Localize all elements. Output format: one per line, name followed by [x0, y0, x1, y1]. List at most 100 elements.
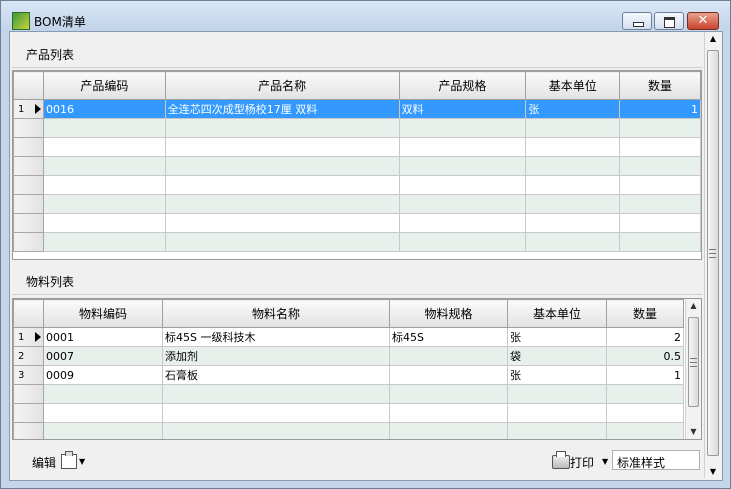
- cell-qty[interactable]: [619, 194, 701, 214]
- cell-unit[interactable]: [525, 213, 621, 233]
- row-header[interactable]: [13, 213, 44, 233]
- cell-name[interactable]: 添加剂: [162, 346, 390, 366]
- table-row[interactable]: 3 0009 石膏板 张 1: [13, 365, 684, 385]
- table-row[interactable]: [13, 403, 684, 423]
- cell-qty[interactable]: [619, 213, 701, 233]
- close-button[interactable]: ✕: [687, 12, 719, 30]
- cell-name[interactable]: [164, 118, 400, 138]
- cell-code[interactable]: [42, 118, 166, 138]
- table-row[interactable]: [13, 137, 701, 157]
- row-header[interactable]: [13, 118, 44, 138]
- table-row[interactable]: [13, 384, 684, 404]
- table-row[interactable]: [13, 118, 701, 138]
- main-scroll-down-icon[interactable]: ▼: [705, 467, 721, 476]
- cell-spec[interactable]: [398, 232, 527, 252]
- row-header[interactable]: [13, 232, 44, 252]
- table-row[interactable]: [13, 175, 701, 195]
- col-header-material-spec[interactable]: 物料规格: [389, 299, 508, 328]
- cell-qty[interactable]: 1: [619, 99, 701, 119]
- cell-qty[interactable]: [606, 384, 684, 404]
- cell-spec[interactable]: [398, 213, 527, 233]
- table-row[interactable]: [13, 213, 701, 233]
- cell-unit[interactable]: 张: [507, 365, 607, 385]
- edit-dropdown-caret-icon[interactable]: ▼: [79, 457, 85, 466]
- cell-name[interactable]: [162, 403, 390, 423]
- col-header-product-unit[interactable]: 基本单位: [525, 71, 621, 100]
- table-row[interactable]: [13, 194, 701, 214]
- cell-code[interactable]: [42, 194, 166, 214]
- cell-spec[interactable]: [389, 346, 508, 366]
- cell-qty[interactable]: [619, 156, 701, 176]
- scroll-down-arrow-icon[interactable]: ▼: [686, 425, 701, 439]
- cell-code[interactable]: 0001: [43, 327, 163, 347]
- cell-code[interactable]: [43, 384, 163, 404]
- cell-qty[interactable]: [619, 137, 701, 157]
- maximize-button[interactable]: [654, 12, 684, 30]
- cell-qty[interactable]: [619, 175, 701, 195]
- cell-name[interactable]: 全连芯四次成型杨校17厘 双料: [164, 99, 400, 119]
- cell-spec[interactable]: [398, 118, 527, 138]
- row-header-corner[interactable]: [13, 71, 44, 100]
- cell-spec[interactable]: [389, 403, 508, 423]
- row-header[interactable]: [13, 175, 44, 195]
- cell-qty[interactable]: 0.5: [606, 346, 684, 366]
- row-header[interactable]: [13, 137, 44, 157]
- col-header-product-name[interactable]: 产品名称: [164, 71, 400, 100]
- cell-code[interactable]: [43, 403, 163, 423]
- cell-spec[interactable]: [398, 175, 527, 195]
- cell-name[interactable]: [164, 175, 400, 195]
- table-row[interactable]: 1 0001 标45S 一级科技木 标45S 张 2: [13, 327, 684, 347]
- cell-qty[interactable]: [606, 403, 684, 423]
- edit-button[interactable]: 编辑: [32, 454, 56, 471]
- cell-unit[interactable]: [507, 422, 607, 439]
- row-header-corner[interactable]: [13, 299, 44, 328]
- cell-name[interactable]: [164, 137, 400, 157]
- row-header[interactable]: [13, 156, 44, 176]
- material-grid[interactable]: 物料编码 物料名称 物料规格 基本单位 数量 1 0001 标45S 一级科技木 标4…: [12, 298, 702, 440]
- cell-spec[interactable]: [398, 137, 527, 157]
- cell-qty[interactable]: 2: [606, 327, 684, 347]
- main-vertical-scrollbar[interactable]: ▲ ▼: [704, 32, 721, 478]
- cell-name[interactable]: [164, 213, 400, 233]
- row-header[interactable]: 1: [13, 99, 44, 119]
- col-header-product-code[interactable]: 产品编码: [42, 71, 166, 100]
- cell-code[interactable]: 0009: [43, 365, 163, 385]
- row-header[interactable]: [13, 194, 44, 214]
- cell-unit[interactable]: [525, 194, 621, 214]
- cell-unit[interactable]: 张: [507, 327, 607, 347]
- cell-qty[interactable]: [619, 232, 701, 252]
- cell-spec[interactable]: [389, 365, 508, 385]
- col-header-material-qty[interactable]: 数量: [606, 299, 684, 328]
- material-grid-scrollbar[interactable]: ▲ ▼: [685, 299, 701, 439]
- scroll-up-arrow-icon[interactable]: ▲: [686, 299, 701, 313]
- table-row[interactable]: [13, 156, 701, 176]
- cell-code[interactable]: [42, 213, 166, 233]
- cell-name[interactable]: 标45S 一级科技木: [162, 327, 390, 347]
- table-row[interactable]: 1 0016 全连芯四次成型杨校17厘 双料 双料张 1: [13, 99, 701, 119]
- cell-code[interactable]: [42, 156, 166, 176]
- cell-name[interactable]: [164, 232, 400, 252]
- row-header[interactable]: 3: [13, 365, 44, 385]
- cell-code[interactable]: [42, 175, 166, 195]
- col-header-product-spec[interactable]: 产品规格: [398, 71, 527, 100]
- row-header[interactable]: 2: [13, 346, 44, 366]
- main-scroll-up-icon[interactable]: ▲: [705, 34, 721, 43]
- cell-code[interactable]: 0016: [42, 99, 166, 119]
- cell-spec[interactable]: [398, 194, 527, 214]
- cell-spec[interactable]: [389, 384, 508, 404]
- cell-spec[interactable]: 标45S: [389, 327, 508, 347]
- product-grid[interactable]: 产品编码 产品名称 产品规格 基本单位 数量 1 0016 全连芯四次成型杨校17厘…: [12, 70, 702, 260]
- cell-name[interactable]: [162, 384, 390, 404]
- cell-name[interactable]: [164, 156, 400, 176]
- cell-unit[interactable]: [525, 118, 621, 138]
- cell-qty[interactable]: 1: [606, 365, 684, 385]
- cell-qty[interactable]: [619, 118, 701, 138]
- col-header-material-unit[interactable]: 基本单位: [507, 299, 607, 328]
- cell-unit[interactable]: [525, 232, 621, 252]
- title-bar[interactable]: BOM清单 ✕: [1, 1, 730, 31]
- table-row[interactable]: [13, 232, 701, 252]
- cell-code[interactable]: 0007: [43, 346, 163, 366]
- cell-spec[interactable]: 双料: [398, 99, 527, 119]
- row-header[interactable]: [13, 422, 44, 439]
- print-dropdown-caret-icon[interactable]: ▼: [602, 457, 608, 466]
